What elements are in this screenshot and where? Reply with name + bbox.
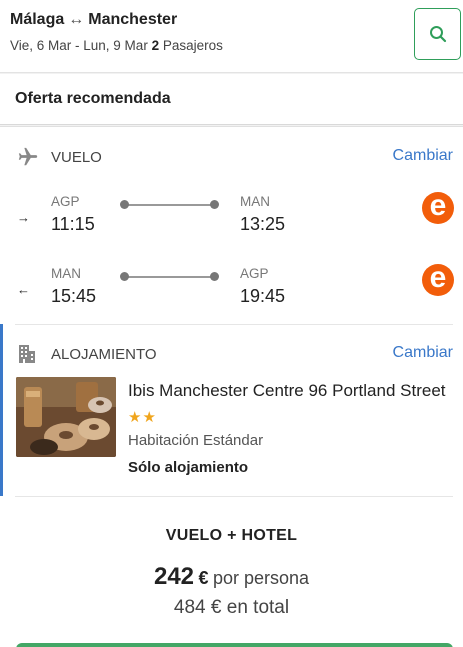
route-title: Málaga ↔ Manchester	[10, 11, 177, 29]
search-icon	[429, 26, 446, 43]
section-divider	[15, 496, 453, 497]
airplane-icon	[18, 147, 38, 166]
flight-path-line	[124, 204, 215, 206]
search-summary-header: Málaga ↔ Manchester Vie, 6 Mar - Lun, 9 Ma…	[0, 0, 463, 73]
section-divider	[15, 324, 453, 325]
flight-section-header: VUELO Cambiar	[0, 142, 463, 172]
trip-dates: Vie, 6 Mar - Lun, 9 Mar 2 Pasajeros	[10, 38, 223, 53]
departure-airport-code: AGP	[51, 194, 80, 209]
package-type-title: VUELO + HOTEL	[165, 527, 298, 544]
airline-logo-icon: e	[422, 263, 454, 296]
change-hotel-link[interactable]: Cambiar	[393, 344, 453, 362]
departure-time: 11:15	[51, 214, 95, 234]
room-type: Habitación Estándar	[128, 432, 264, 449]
arrival-time: 19:45	[240, 286, 286, 306]
departure-time: 15:45	[51, 286, 97, 306]
round-trip-arrow-icon: ↔	[68, 11, 85, 28]
arrival-airport-code: MAN	[240, 194, 270, 209]
hotel-photo-graphic	[16, 377, 116, 457]
total-price: 484 € en total	[0, 597, 463, 619]
flight-path-line	[124, 276, 215, 278]
arrival-dot	[210, 272, 219, 281]
departure-dot	[120, 200, 129, 209]
date-range: Vie, 6 Mar - Lun, 9 Mar	[10, 38, 148, 53]
hotel-name[interactable]: Ibis Manchester Centre 96 Portland Stree…	[128, 378, 453, 431]
currency-symbol: €	[198, 568, 209, 588]
building-icon	[19, 345, 35, 363]
offer-heading-bar: Oferta recomendada	[0, 74, 463, 125]
total-price-value: 484	[173, 597, 206, 618]
passenger-label: Pasajeros	[162, 38, 223, 53]
outbound-flight-leg[interactable]: → AGP 11:15 MAN 13:25 e	[0, 188, 463, 248]
total-label: en total	[226, 597, 290, 618]
outbound-arrow-icon: →	[17, 210, 30, 225]
destination-city: Manchester	[88, 11, 178, 28]
arrival-airport-code: AGP	[240, 266, 269, 281]
return-flight-leg[interactable]: ← MAN 15:45 AGP 19:45 e	[0, 260, 463, 320]
price-per-person: 242 € por persona	[0, 563, 463, 591]
offer-card: VUELO Cambiar → AGP 11:15 MAN 13:25 e ← …	[0, 126, 463, 647]
hotel-photo[interactable]	[16, 377, 116, 457]
hotel-section-header: ALOJAMIENTO Cambiar	[0, 339, 463, 369]
star-rating-icon: ★★	[128, 409, 157, 426]
per-person-label: por persona	[212, 568, 310, 588]
return-arrow-icon: ←	[17, 282, 30, 297]
passenger-count: 2	[151, 38, 160, 53]
departure-airport-code: MAN	[51, 266, 81, 281]
board-type: Sólo alojamiento	[128, 459, 249, 476]
offer-title: Oferta recomendada	[15, 90, 171, 107]
departure-dot	[120, 272, 129, 281]
airline-logo-icon: e	[422, 191, 454, 224]
book-button[interactable]	[16, 643, 453, 647]
currency-symbol: €	[210, 597, 222, 618]
origin-city: Málaga	[10, 11, 65, 28]
hotel-section-label: ALOJAMIENTO	[51, 346, 157, 363]
price-per-person-value: 242	[153, 563, 195, 590]
arrival-dot	[210, 200, 219, 209]
search-button[interactable]	[414, 8, 461, 60]
change-flight-link[interactable]: Cambiar	[393, 147, 453, 165]
flight-section-label: VUELO	[51, 149, 102, 166]
arrival-time: 13:25	[240, 214, 286, 234]
hotel-name-text: Ibis Manchester Centre 96 Portland Stree…	[128, 381, 446, 400]
